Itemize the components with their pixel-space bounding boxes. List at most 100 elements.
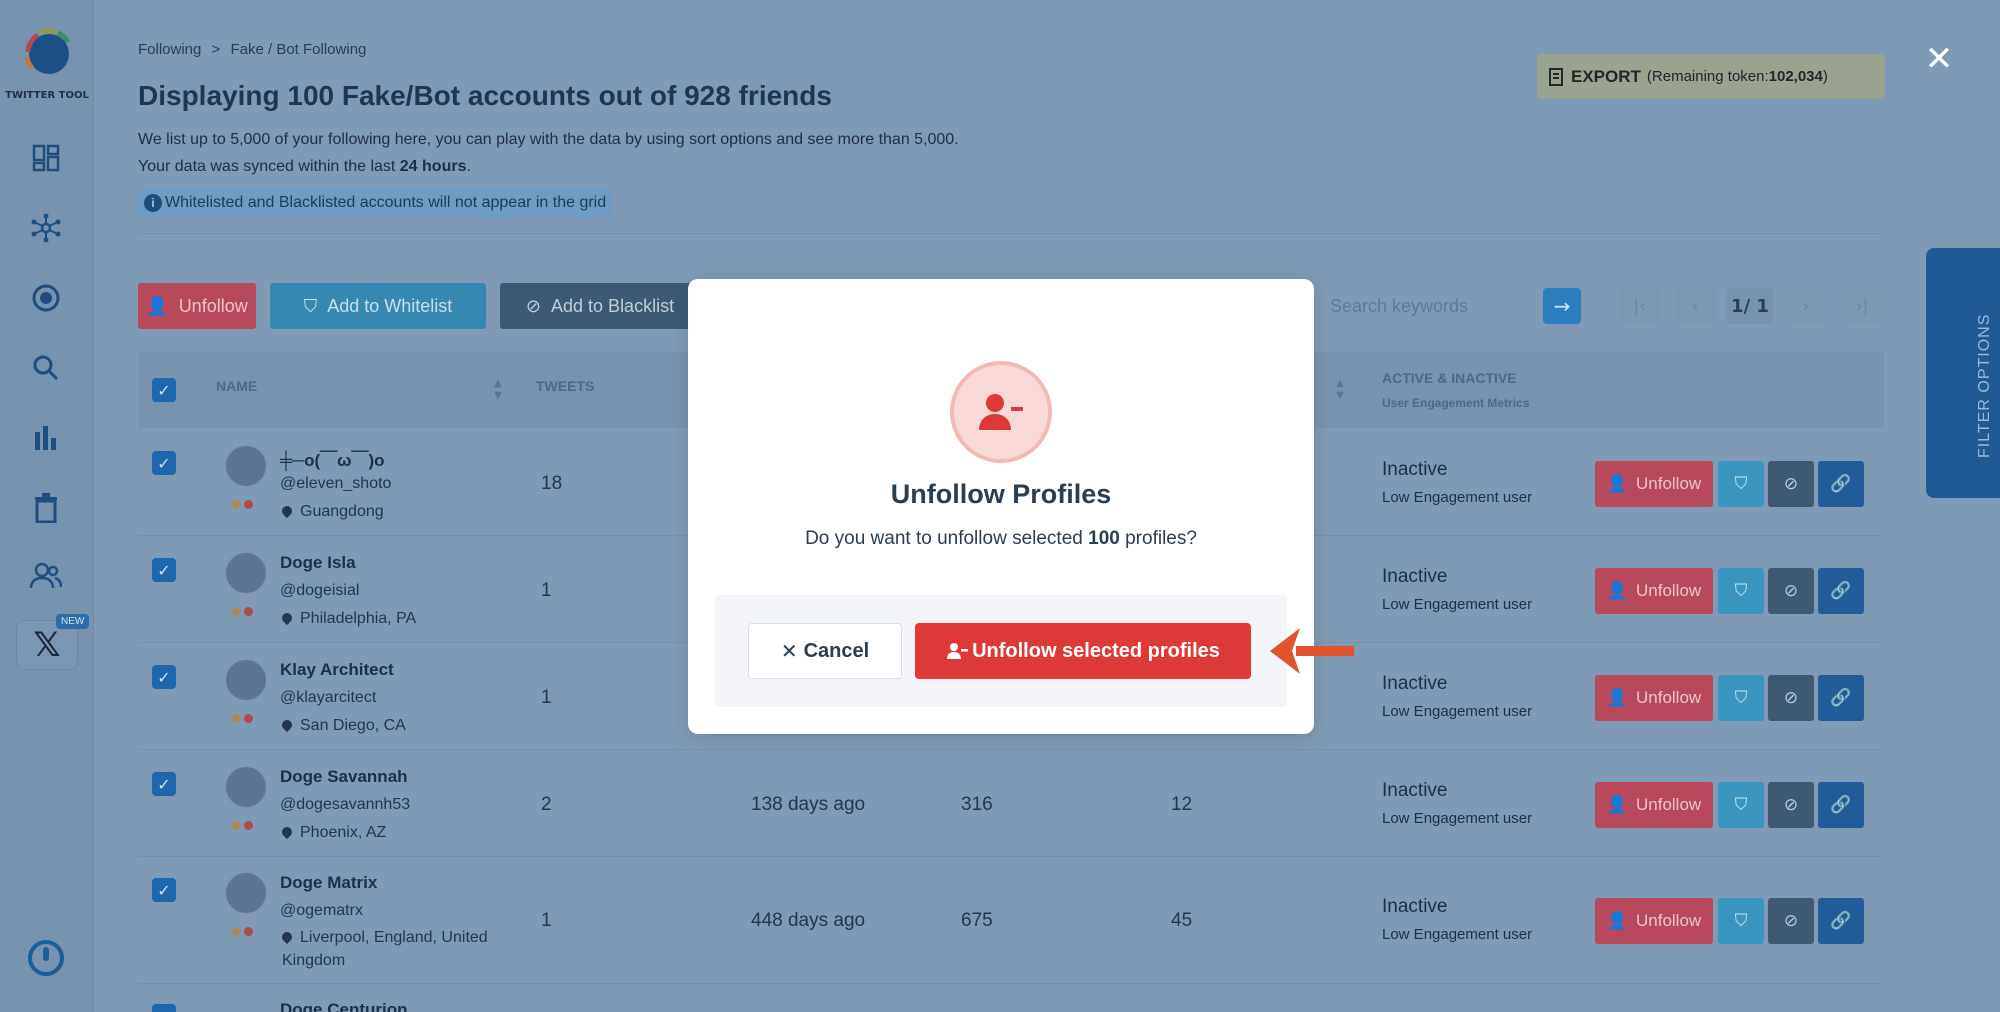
row-status-sub: Low Engagement user: [1382, 810, 1533, 827]
row-blacklist-button[interactable]: ⊘: [1768, 898, 1814, 944]
row-link-button[interactable]: 🔗: [1818, 568, 1864, 614]
status-dots: [232, 815, 258, 830]
arrow-right-icon: →: [1553, 294, 1571, 318]
close-icon[interactable]: ✕: [1924, 42, 1954, 76]
status-dots: [232, 921, 258, 936]
add-to-whitelist-button[interactable]: ⛉ Add to Whitelist: [270, 283, 486, 329]
row-status-sub: Low Engagement user: [1382, 489, 1533, 506]
bar-chart-icon[interactable]: [28, 420, 64, 456]
app-logo[interactable]: [18, 24, 76, 82]
row-tweets: 2: [541, 794, 552, 815]
row-link-button[interactable]: 🔗: [1818, 461, 1864, 507]
whitelist-label: Add to Whitelist: [327, 295, 453, 316]
row-checkbox[interactable]: ✓: [152, 665, 176, 689]
col-name-header[interactable]: NAME: [216, 378, 257, 394]
unfollow-button[interactable]: 👤 Unfollow: [138, 283, 256, 329]
row-whitelist-button[interactable]: ⛉: [1718, 675, 1764, 721]
location-pin-icon: [279, 503, 295, 519]
export-icon: [1549, 67, 1563, 86]
network-icon[interactable]: [28, 210, 64, 246]
col-status-header[interactable]: ACTIVE & INACTIVE: [1382, 370, 1517, 386]
row-name[interactable]: Doge Centurion: [280, 1000, 408, 1012]
avatar: [224, 444, 268, 488]
breadcrumb-item-current: Fake / Bot Following: [230, 41, 367, 58]
last-page-button[interactable]: ›|: [1842, 288, 1882, 324]
shield-icon: ⛉: [1734, 911, 1748, 930]
power-icon[interactable]: [28, 940, 64, 976]
export-button[interactable]: EXPORT (Remaining token: 102,034): [1537, 54, 1885, 99]
breadcrumb: Following > Fake / Bot Following: [138, 41, 372, 58]
row-unfollow-button[interactable]: 👤 Unfollow: [1595, 782, 1713, 828]
row-unfollow-button[interactable]: 👤 Unfollow: [1595, 898, 1713, 944]
dialog-msg-count: 100: [1088, 528, 1120, 549]
status-dots: [232, 601, 258, 616]
row-checkbox[interactable]: ✓: [152, 451, 176, 475]
trash-icon[interactable]: [28, 490, 64, 526]
row-name[interactable]: Doge Savannah: [280, 767, 408, 787]
dashboard-icon[interactable]: [28, 140, 64, 176]
row-link-button[interactable]: 🔗: [1818, 675, 1864, 721]
user-minus-icon: 👤: [146, 295, 169, 316]
row-handle[interactable]: @ogematrx: [280, 902, 363, 920]
info-notice: i Whitelisted and Blacklisted accounts w…: [138, 188, 613, 218]
row-location: San Diego, CA: [279, 714, 512, 737]
users-icon[interactable]: [28, 558, 64, 594]
row-name[interactable]: Doge Isla: [280, 553, 356, 573]
row-name[interactable]: ╪─o(￣ω￣)o: [280, 446, 385, 471]
cancel-button[interactable]: ✕ Cancel: [748, 623, 902, 679]
status-dots: [232, 494, 258, 509]
shield-icon: ⛉: [1734, 581, 1748, 600]
row-location: Guangdong: [279, 500, 512, 523]
row-checkbox[interactable]: ✓: [152, 878, 176, 902]
unfollow-selected-button[interactable]: Unfollow selected profiles: [915, 623, 1251, 679]
row-whitelist-button[interactable]: ⛉: [1718, 568, 1764, 614]
row-checkbox[interactable]: [152, 1004, 176, 1012]
first-page-button[interactable]: |‹: [1620, 288, 1660, 324]
location-text: Phoenix, AZ: [300, 824, 387, 841]
export-token-value: 102,034: [1768, 68, 1823, 85]
avatar: [224, 658, 268, 702]
search-input[interactable]: Search keywords: [1310, 283, 1540, 329]
row-whitelist-button[interactable]: ⛉: [1718, 782, 1764, 828]
user-minus-icon: 👤: [1606, 795, 1628, 814]
row-unfollow-button[interactable]: 👤 Unfollow: [1595, 461, 1713, 507]
row-link-button[interactable]: 🔗: [1818, 782, 1864, 828]
row-status: Inactive: [1382, 459, 1448, 480]
prev-page-button[interactable]: ‹: [1675, 288, 1715, 324]
target-icon[interactable]: [28, 280, 64, 316]
sort-followers-icon[interactable]: ▲ ▼: [1334, 378, 1346, 406]
row-name[interactable]: Doge Matrix: [280, 873, 377, 893]
link-icon: 🔗: [1830, 688, 1852, 707]
row-handle[interactable]: @dogeisial: [280, 582, 359, 600]
row-handle[interactable]: @klayarcitect: [280, 689, 376, 707]
row-unfollow-button[interactable]: 👤 Unfollow: [1595, 675, 1713, 721]
row-blacklist-button[interactable]: ⊘: [1768, 461, 1814, 507]
row-unfollow-label: Unfollow: [1635, 581, 1702, 600]
row-status-sub: Low Engagement user: [1382, 596, 1533, 613]
sort-name-icon[interactable]: ▲ ▼: [492, 378, 504, 406]
row-blacklist-button[interactable]: ⊘: [1768, 675, 1814, 721]
row-handle[interactable]: @eleven_shoto: [280, 475, 391, 493]
row-name[interactable]: Klay Architect: [280, 660, 394, 680]
row-link-button[interactable]: 🔗: [1818, 898, 1864, 944]
row-checkbox[interactable]: ✓: [152, 772, 176, 796]
breadcrumb-item-following[interactable]: Following: [138, 41, 201, 58]
search-submit-button[interactable]: →: [1543, 288, 1581, 324]
row-status: Inactive: [1382, 896, 1448, 917]
unfollow-selected-label: Unfollow selected profiles: [972, 639, 1220, 662]
search-icon[interactable]: [28, 350, 64, 386]
row-unfollow-button[interactable]: 👤 Unfollow: [1595, 568, 1713, 614]
avatar: [224, 871, 268, 915]
row-checkbox[interactable]: ✓: [152, 558, 176, 582]
next-page-button[interactable]: ›: [1786, 288, 1826, 324]
page-description: We list up to 5,000 of your following he…: [138, 126, 959, 180]
add-to-blacklist-button[interactable]: ⊘ Add to Blacklist: [500, 283, 700, 329]
filter-options-tab[interactable]: FILTER OPTIONS: [1926, 248, 2000, 498]
select-all-checkbox[interactable]: ✓: [152, 378, 176, 402]
row-handle[interactable]: @dogesavannh53: [280, 796, 410, 814]
row-blacklist-button[interactable]: ⊘: [1768, 568, 1814, 614]
col-tweets-header[interactable]: TWEETS: [536, 378, 594, 394]
row-blacklist-button[interactable]: ⊘: [1768, 782, 1814, 828]
row-whitelist-button[interactable]: ⛉: [1718, 461, 1764, 507]
row-whitelist-button[interactable]: ⛉: [1718, 898, 1764, 944]
